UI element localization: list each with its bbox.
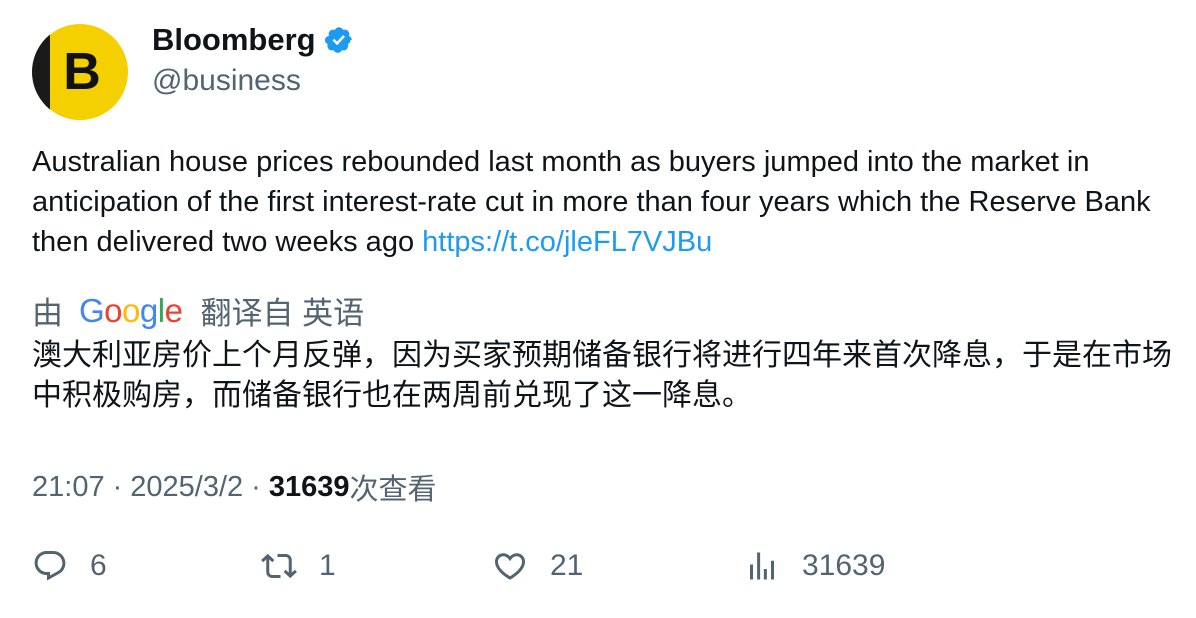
verified-badge-icon	[324, 27, 352, 53]
like-button[interactable]: 21	[492, 548, 583, 584]
tweet-time[interactable]: 21:07	[32, 471, 105, 504]
like-count: 21	[550, 549, 584, 582]
tweet-meta: 21:07 · 2025/3/2 · 31639 次查看	[32, 466, 436, 508]
display-name[interactable]: Bloomberg	[152, 22, 316, 58]
views-count: 31639	[268, 470, 350, 503]
avatar[interactable]: B	[32, 24, 128, 120]
google-logo: Google	[79, 291, 183, 329]
translation-suffix: 翻译自 英语	[200, 296, 365, 331]
analytics-icon	[750, 552, 774, 580]
action-bar: 6 1 21 31639	[32, 548, 1172, 596]
author-name-row: Bloomberg	[152, 22, 354, 58]
meta-separator: ·	[112, 470, 123, 503]
avatar-letter: B	[63, 43, 101, 101]
reply-count: 6	[90, 549, 107, 582]
meta-separator: ·	[251, 470, 261, 503]
translation-attribution: 由 Google 翻译自 英语	[32, 288, 364, 333]
views-label: 次查看	[349, 474, 437, 506]
tweet-text: Australian house prices rebounded last m…	[32, 142, 1172, 262]
reply-icon	[34, 551, 66, 581]
heart-icon	[494, 553, 526, 580]
views-button[interactable]: 31639	[744, 548, 885, 584]
views-action-count: 31639	[802, 549, 886, 582]
retweet-count: 1	[319, 549, 336, 582]
author-handle[interactable]: @business	[152, 64, 301, 98]
translated-text: 澳大利亚房价上个月反弹，因为买家预期储备银行将进行四年来首次降息，于是在市场中积…	[32, 339, 1172, 412]
retweet-button[interactable]: 1	[261, 548, 336, 584]
tweet-date[interactable]: 2025/3/2	[130, 471, 243, 504]
tweet-link[interactable]: https://t.co/jleFL7VJBu	[422, 226, 712, 258]
reply-button[interactable]: 6	[32, 548, 107, 584]
translation-prefix: 由	[32, 296, 63, 331]
retweet-icon	[261, 553, 297, 579]
